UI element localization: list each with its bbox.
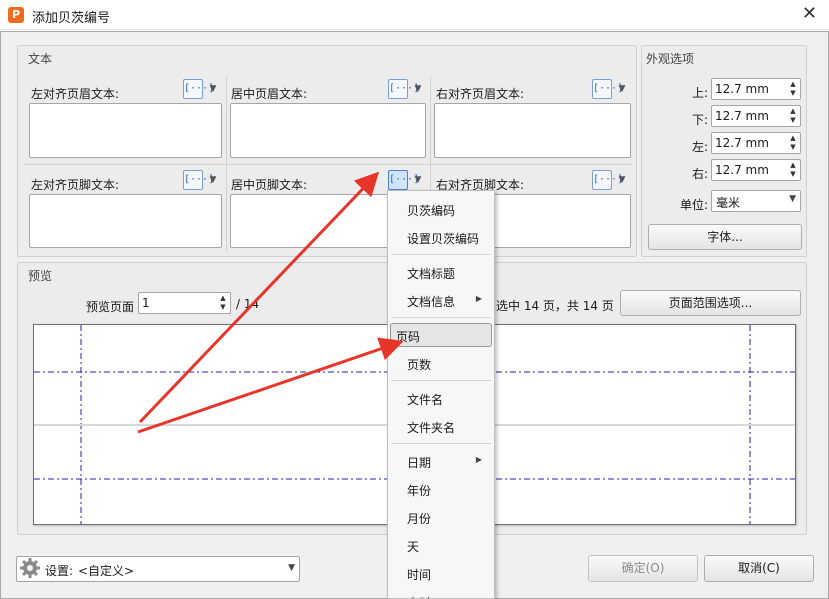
menu-item-hour[interactable]: 小时 (390, 589, 492, 598)
page-range-options-button[interactable]: 页面范围选项... (620, 290, 801, 316)
menu-item-folder-name[interactable]: 文件夹名 (390, 414, 492, 438)
menu-separator (391, 317, 491, 318)
header-right-macro-button[interactable]: [···] ▼ (592, 79, 632, 99)
footer-center-macro-button[interactable]: [···] ▼ (388, 170, 428, 190)
chevron-down-icon: ▼ (789, 194, 796, 204)
app-icon: P (8, 7, 24, 23)
footer-right-macro-button[interactable]: [···] ▼ (592, 170, 632, 190)
insert-macro-icon: [···] (183, 79, 214, 99)
menu-item-day[interactable]: 天 (390, 533, 492, 557)
chevron-down-icon: ▼ (414, 175, 422, 185)
margin-top-spinner[interactable]: 12.7 mm ▲ ▼ (711, 78, 801, 100)
margin-left-spinner[interactable]: 12.7 mm ▲ ▼ (711, 132, 801, 154)
close-icon[interactable]: ✕ (802, 3, 817, 24)
insert-macro-icon: [···] (183, 170, 214, 190)
margin-left-value: 12.7 mm (715, 136, 769, 150)
settings-label: 设置: (45, 564, 74, 578)
menu-separator (391, 380, 491, 381)
unit-select[interactable]: 毫米 ▼ (711, 190, 801, 212)
margin-right-value: 12.7 mm (715, 163, 769, 177)
menu-item-set-bates-number[interactable]: 设置贝茨编码 (390, 225, 492, 249)
chevron-down-icon: ▼ (209, 84, 217, 94)
appearance-group-title: 外观选项 (646, 52, 695, 66)
footer-left-label: 左对齐页脚文本: (31, 178, 120, 192)
menu-separator (391, 254, 491, 255)
menu-item-month[interactable]: 月份 (390, 505, 492, 529)
page-range-text: 选中 14 页，共 14 页 (496, 299, 614, 313)
insert-macro-icon: [···] (592, 170, 623, 190)
preview-page-value: 1 (142, 296, 150, 310)
menu-item-page-count[interactable]: 页数 (390, 351, 492, 375)
spinner-arrows-icon[interactable]: ▲ ▼ (788, 107, 798, 125)
text-group-title: 文本 (28, 52, 53, 66)
font-button[interactable]: 字体... (648, 224, 802, 250)
divider (24, 164, 632, 165)
margin-left-label: 左: (692, 140, 709, 154)
menu-item-file-name[interactable]: 文件名 (390, 386, 492, 410)
cancel-button[interactable]: 取消(C) (704, 555, 814, 582)
chevron-down-icon: ▼ (618, 175, 626, 185)
header-left-macro-button[interactable]: [···] ▼ (183, 79, 223, 99)
menu-item-date[interactable]: 日期 ▶ (390, 449, 492, 473)
unit-value: 毫米 (716, 196, 741, 210)
header-left-textbox[interactable] (29, 103, 222, 158)
margin-right-label: 右: (692, 167, 709, 181)
menu-item-document-info[interactable]: 文档信息 ▶ (390, 288, 492, 312)
menu-item-year[interactable]: 年份 (390, 477, 492, 501)
spinner-arrows-icon[interactable]: ▲ ▼ (788, 80, 798, 98)
menu-item-document-title[interactable]: 文档标题 (390, 260, 492, 284)
header-right-label: 右对齐页眉文本: (436, 87, 525, 101)
header-center-label: 居中页眉文本: (231, 87, 308, 101)
preview-page-spinner[interactable]: 1 ▲ ▼ (138, 292, 231, 314)
spinner-arrows-icon[interactable]: ▲ ▼ (218, 294, 228, 312)
spinner-arrows-icon[interactable]: ▲ ▼ (788, 134, 798, 152)
header-center-macro-button[interactable]: [···] ▼ (388, 79, 428, 99)
insert-macro-menu: 贝茨编码 设置贝茨编码 文档标题 文档信息 ▶ 页码 页数 文件名 文件夹名 日期… (387, 190, 495, 599)
chevron-down-icon: ▼ (414, 84, 422, 94)
spinner-arrows-icon[interactable]: ▲ ▼ (788, 161, 798, 179)
preview-group-title: 预览 (28, 269, 53, 283)
chevron-down-icon: ▼ (288, 563, 295, 573)
margin-bottom-value: 12.7 mm (715, 109, 769, 123)
margin-top-value: 12.7 mm (715, 82, 769, 96)
ok-button[interactable]: 确定(O) (588, 555, 698, 582)
header-right-textbox[interactable] (434, 103, 631, 158)
chevron-right-icon: ▶ (475, 294, 482, 303)
margin-right-spinner[interactable]: 12.7 mm ▲ ▼ (711, 159, 801, 181)
margin-bottom-label: 下: (692, 113, 709, 127)
settings-select[interactable]: 设置: <自定义> ▼ (16, 556, 300, 582)
menu-item-page-number[interactable]: 页码 (390, 323, 492, 347)
gear-icon (20, 558, 40, 578)
chevron-right-icon: ▶ (475, 455, 482, 464)
header-left-label: 左对齐页眉文本: (31, 87, 120, 101)
chevron-down-icon: ▼ (618, 84, 626, 94)
preview-page-total: / 14 (236, 297, 260, 311)
menu-item-bates-number[interactable]: 贝茨编码 (390, 197, 492, 221)
footer-left-macro-button[interactable]: [···] ▼ (183, 170, 223, 190)
header-center-textbox[interactable] (230, 103, 426, 158)
menu-item-time[interactable]: 时间 (390, 561, 492, 585)
title-bar: P 添加贝茨编号 ✕ (0, 0, 829, 30)
settings-value: <自定义> (78, 564, 135, 578)
menu-separator (391, 443, 491, 444)
insert-macro-icon: [···] (592, 79, 623, 99)
unit-label: 单位: (680, 198, 709, 212)
window-title: 添加贝茨编号 (32, 11, 111, 26)
insert-macro-icon: [···] (388, 170, 419, 190)
footer-left-textbox[interactable] (29, 194, 222, 248)
footer-center-label: 居中页脚文本: (231, 178, 308, 192)
chevron-down-icon: ▼ (209, 175, 217, 185)
margin-bottom-spinner[interactable]: 12.7 mm ▲ ▼ (711, 105, 801, 127)
margin-top-label: 上: (692, 86, 709, 100)
preview-page-label: 预览页面 (86, 300, 135, 314)
insert-macro-icon: [···] (388, 79, 419, 99)
